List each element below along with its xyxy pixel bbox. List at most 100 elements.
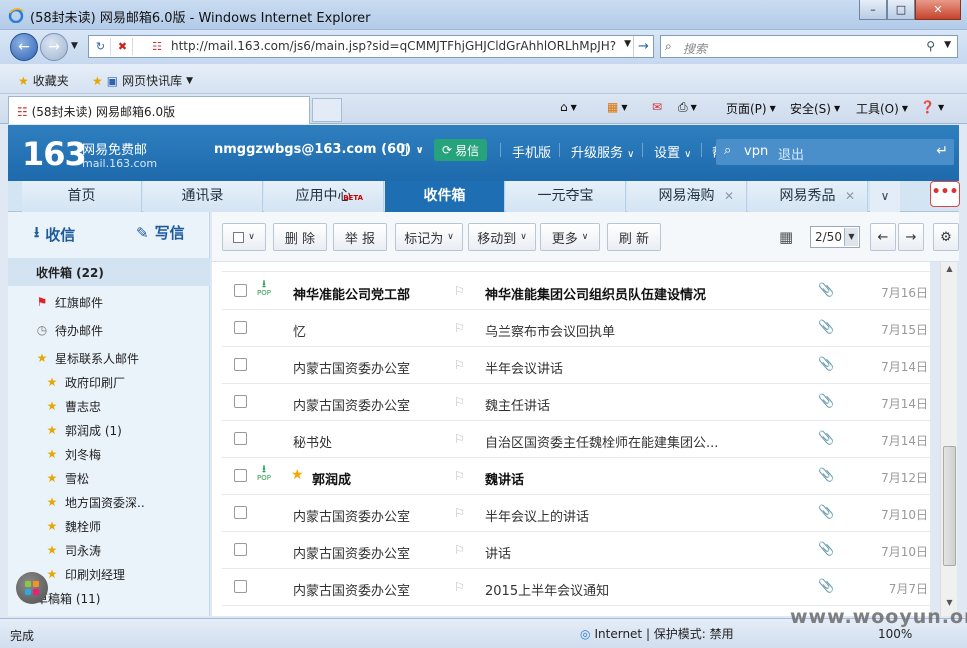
table-row[interactable]: 内蒙古国资委办公室 ⚐ 半年会议讲话 📎 7月14日 bbox=[222, 347, 930, 384]
mobile-device-icon[interactable]: ▯ bbox=[400, 140, 408, 158]
close-button[interactable]: ✕ bbox=[915, 0, 961, 20]
mark-as-button[interactable]: 标记为 ∨ bbox=[395, 223, 463, 251]
select-all-checkbox[interactable]: ∨ bbox=[222, 223, 266, 251]
enter-icon[interactable]: ↵ bbox=[936, 143, 948, 159]
scroll-up-icon[interactable]: ▲ bbox=[941, 264, 958, 280]
sidebar-item-red-flag[interactable]: ⚑ 红旗邮件 bbox=[8, 290, 210, 314]
flag-icon[interactable]: ⚐ bbox=[454, 543, 465, 557]
row-checkbox[interactable] bbox=[234, 580, 247, 593]
new-tab-button[interactable] bbox=[312, 98, 342, 122]
table-row[interactable]: 内蒙古国资委办公室 ⚐ 2015上半年会议通知 📎 7月7日 bbox=[222, 569, 930, 606]
sidebar-contact[interactable]: ★ 地方国资委深.. bbox=[8, 490, 210, 514]
sidebar-contact[interactable]: ★ 司永涛 bbox=[8, 538, 210, 562]
more-button[interactable]: 更多 ∨ bbox=[540, 223, 600, 251]
history-dropdown-icon[interactable]: ▼ bbox=[71, 41, 78, 51]
sidebar-item-inbox[interactable]: 收件箱 (22) bbox=[8, 258, 210, 286]
delete-button[interactable]: 删 除 bbox=[273, 223, 327, 251]
compose-button[interactable]: ✎ 写信 bbox=[136, 222, 185, 243]
back-button[interactable]: ← bbox=[10, 33, 38, 61]
tab-xiupin[interactable]: 网易秀品 ✕ bbox=[748, 181, 868, 212]
tools-menu[interactable]: 工具(O) ▼ bbox=[856, 100, 908, 117]
forward-button[interactable]: → bbox=[40, 33, 68, 61]
url-text[interactable]: http://mail.163.com/js6/main.jsp?sid=qCM… bbox=[171, 39, 619, 53]
mobile-version-link[interactable]: 手机版 bbox=[512, 142, 551, 161]
maximize-button[interactable]: □ bbox=[887, 0, 915, 20]
safety-menu[interactable]: 安全(S) ▼ bbox=[790, 100, 840, 117]
table-row[interactable]: ⭳ POP 神华准能公司党工部 ⚐ 神华准能集团公司组织员队伍建设情况 📎 7月1… bbox=[222, 273, 930, 310]
table-row[interactable]: 忆 ⚐ 乌兰察布市会议回执单 📎 7月15日 bbox=[222, 310, 930, 347]
flag-icon[interactable]: ⚐ bbox=[454, 284, 465, 298]
logo-163[interactable]: 163 bbox=[22, 135, 87, 173]
minimize-button[interactable]: – bbox=[859, 0, 887, 20]
flag-icon[interactable]: ⚐ bbox=[454, 469, 465, 483]
app-launcher-icon[interactable] bbox=[16, 572, 48, 604]
address-bar[interactable]: ↻ ✖ ☷ http://mail.163.com/js6/main.jsp?s… bbox=[88, 35, 654, 58]
notification-dots-icon[interactable]: ••• bbox=[930, 181, 960, 207]
favorites-button[interactable]: ★ 收藏夹 bbox=[18, 72, 69, 89]
row-checkbox[interactable] bbox=[234, 469, 247, 482]
yixin-button[interactable]: ⟳ 易信 bbox=[434, 139, 488, 161]
table-row[interactable]: 内蒙古国资委办公室 ⚐ 讲话 📎 7月10日 bbox=[222, 532, 930, 569]
calendar-icon[interactable]: ▦ bbox=[779, 228, 793, 246]
move-to-button[interactable]: 移动到 ∨ bbox=[468, 223, 536, 251]
sidebar-item-star-contacts[interactable]: ★ 星标联系人邮件 bbox=[8, 346, 210, 370]
refresh-button[interactable]: 刷 新 bbox=[607, 223, 661, 251]
page-select[interactable]: 2/50 ▼ bbox=[810, 226, 860, 248]
search-dropdown-icon[interactable]: ▼ bbox=[944, 40, 951, 50]
row-checkbox[interactable] bbox=[234, 284, 247, 297]
go-arrow-icon[interactable]: → bbox=[633, 36, 653, 57]
settings-link[interactable]: 设置 ∨ bbox=[654, 142, 691, 161]
mail-icon[interactable]: ✉ bbox=[652, 100, 662, 114]
close-tab-icon[interactable]: ✕ bbox=[724, 181, 734, 212]
row-checkbox[interactable] bbox=[234, 506, 247, 519]
stop-icon[interactable]: ✖ bbox=[113, 38, 133, 55]
tab-app-center[interactable]: 应用中心 BETA bbox=[264, 181, 384, 212]
flag-icon[interactable]: ⚐ bbox=[454, 321, 465, 335]
table-row[interactable]: 内蒙古国资委办公室 ⚐ 魏主任讲话 📎 7月14日 bbox=[222, 384, 930, 421]
row-checkbox[interactable] bbox=[234, 321, 247, 334]
search-icon[interactable]: ⚲ bbox=[926, 39, 935, 53]
tab-home[interactable]: 首页 bbox=[22, 181, 142, 212]
url-dropdown-icon[interactable]: ▼ bbox=[624, 39, 631, 49]
security-zone[interactable]: ◎ Internet | 保护模式: 禁用 bbox=[580, 625, 734, 642]
row-checkbox[interactable] bbox=[234, 395, 247, 408]
more-tabs-chevron-icon[interactable]: ∨ bbox=[870, 181, 900, 212]
settings-gear-button[interactable]: ⚙ bbox=[933, 223, 959, 251]
help-icon[interactable]: ❓ ▼ bbox=[920, 100, 944, 114]
tab-yiyuan[interactable]: 一元夺宝 bbox=[506, 181, 626, 212]
zoom-level[interactable]: 100% bbox=[878, 627, 912, 641]
sidebar-contact[interactable]: ★ 郭润成 (1) bbox=[8, 418, 210, 442]
flag-icon[interactable]: ⚐ bbox=[454, 432, 465, 446]
mail-search-box[interactable]: ⌕ vpn 退出 ↵ bbox=[716, 139, 954, 165]
sidebar-contact[interactable]: ★ 政府印刷厂 bbox=[8, 370, 210, 394]
home-icon[interactable]: ⌂ ▼ bbox=[560, 100, 577, 114]
sidebar-item-pending[interactable]: ◷ 待办邮件 bbox=[8, 318, 210, 342]
sidebar-contact[interactable]: ★ 刘冬梅 bbox=[8, 442, 210, 466]
receive-button[interactable]: ⭳ 收信 bbox=[34, 222, 75, 247]
row-checkbox[interactable] bbox=[234, 358, 247, 371]
star-icon[interactable]: ★ bbox=[291, 467, 304, 483]
page-menu[interactable]: 页面(P) ▼ bbox=[726, 100, 776, 117]
user-account[interactable]: nmggzwbgs@163.com (60) ∨ bbox=[214, 142, 424, 157]
prev-page-button[interactable]: ← bbox=[870, 223, 896, 251]
report-button[interactable]: 举 报 bbox=[333, 223, 387, 251]
refresh-icon[interactable]: ↻ bbox=[91, 38, 111, 55]
scrollbar-thumb[interactable] bbox=[943, 446, 956, 566]
print-icon[interactable]: ⎙ ▼ bbox=[678, 100, 697, 115]
message-list-scrollbar[interactable]: ▲ ▼ bbox=[940, 262, 957, 616]
table-row[interactable]: ⭳ POP ★ 郭润成 ⚐ 魏讲话 📎 7月12日 bbox=[222, 458, 930, 495]
close-tab-icon[interactable]: ✕ bbox=[845, 181, 855, 212]
mail-search-input[interactable]: vpn bbox=[744, 144, 768, 159]
tab-contacts[interactable]: 通讯录 bbox=[143, 181, 263, 212]
browser-search-box[interactable]: ⌕ 搜索 ⚲ ▼ bbox=[660, 35, 958, 58]
logout-link[interactable]: 退出 bbox=[778, 144, 804, 163]
row-checkbox[interactable] bbox=[234, 543, 247, 556]
flag-icon[interactable]: ⚐ bbox=[454, 358, 465, 372]
upgrade-service-link[interactable]: 升级服务 ∨ bbox=[571, 142, 634, 161]
sidebar-contact[interactable]: ★ 魏栓师 bbox=[8, 514, 210, 538]
row-checkbox[interactable] bbox=[234, 432, 247, 445]
rss-feed-icon[interactable]: ▦ ▼ bbox=[607, 100, 628, 114]
flag-icon[interactable]: ⚐ bbox=[454, 506, 465, 520]
flag-icon[interactable]: ⚐ bbox=[454, 395, 465, 409]
sidebar-contact[interactable]: ★ 雪松 bbox=[8, 466, 210, 490]
